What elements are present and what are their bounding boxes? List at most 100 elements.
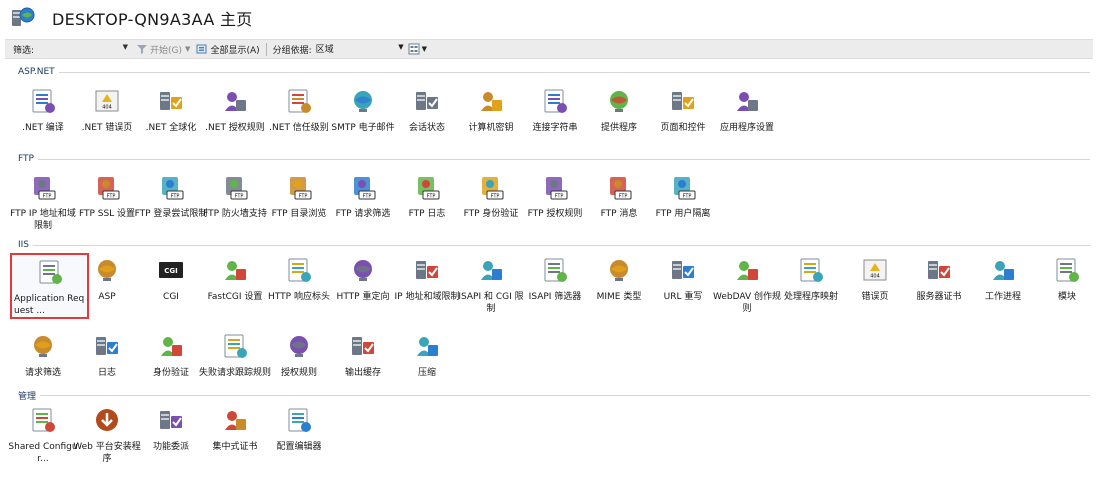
feature-label: 授权规则 — [280, 368, 317, 378]
feature-tile[interactable]: FTP FTP 消息 — [586, 170, 652, 234]
feature-tile[interactable]: 授权规则 — [266, 329, 332, 393]
feature-tile[interactable]: 404 错误页 — [842, 253, 908, 317]
group-header-3[interactable]: 管理 — [18, 389, 1090, 402]
feature-tile[interactable]: 输出缓存 — [330, 329, 396, 393]
feature-label: URL 重写 — [663, 292, 703, 302]
feature-tile[interactable]: CGI CGI — [138, 253, 204, 317]
chevron-down-icon[interactable]: ▼ — [123, 43, 128, 51]
arr-server-icon — [39, 260, 62, 284]
feature-tile[interactable]: FTP FTP SSL 设置 — [74, 170, 140, 234]
feature-label: 身份验证 — [152, 368, 189, 378]
page-title: DESKTOP-QN9A3AA 主页 — [52, 10, 253, 29]
feature-tile[interactable]: WebDAV 创作规则 — [713, 253, 781, 317]
group-by-select[interactable]: 区域 ▼ — [316, 42, 406, 56]
feature-tile[interactable]: MIME 类型 — [586, 253, 652, 317]
feature-tile[interactable]: 压缩 — [394, 329, 460, 393]
net-globalization-icon — [160, 92, 182, 110]
feature-tile[interactable]: 服务器证书 — [906, 253, 972, 317]
start-filter-button[interactable]: 开始(G) — [136, 43, 182, 56]
group-title: ASP.NET — [18, 67, 55, 77]
feature-tile[interactable]: .NET 授权规则 — [202, 84, 268, 148]
chevron-down-icon[interactable]: ▼ — [398, 43, 403, 51]
feature-label: IP 地址和域限制 — [394, 292, 460, 302]
feature-label: 工作进程 — [984, 292, 1021, 302]
feature-label: .NET 授权规则 — [205, 123, 265, 133]
view-mode-icon — [408, 43, 420, 55]
feature-label: 提供程序 — [600, 123, 637, 133]
feature-tile[interactable]: HTTP 响应标头 — [266, 253, 332, 317]
feature-tile[interactable]: 计算机密钥 — [458, 84, 524, 148]
filter-input[interactable]: ▼ — [38, 42, 130, 56]
feature-label: FTP 身份验证 — [463, 209, 519, 219]
feature-label: 失败请求跟踪规则 — [198, 368, 271, 378]
url-rewrite-icon — [672, 261, 694, 279]
feature-tile[interactable]: FTP FTP 日志 — [394, 170, 460, 234]
http-redirect-icon — [354, 260, 372, 281]
group-header-1[interactable]: FTP — [18, 153, 1090, 165]
net-authorization-icon — [225, 92, 246, 111]
show-all-button[interactable]: 全部显示(A) — [196, 43, 260, 56]
feature-tile[interactable]: 失败请求跟踪规则 — [199, 329, 271, 393]
feature-tile[interactable]: 404 .NET 错误页 — [74, 84, 140, 148]
feature-tile[interactable]: FTP FTP IP 地址和域限制 — [10, 170, 76, 234]
group-divider — [58, 71, 1090, 73]
group-header-0[interactable]: ASP.NET — [18, 66, 1090, 78]
feature-tile[interactable]: 提供程序 — [586, 84, 652, 148]
feature-tile[interactable]: FTP FTP 身份验证 — [458, 170, 524, 234]
feature-tile[interactable]: HTTP 重定向 — [330, 253, 396, 317]
feature-tile[interactable]: ASP — [74, 253, 140, 317]
group-header-2[interactable]: IIS — [18, 239, 1090, 251]
feature-tile[interactable]: 处理程序映射 — [778, 253, 844, 317]
providers-icon — [610, 91, 628, 112]
feature-tile[interactable]: FTP FTP 用户隔离 — [650, 170, 716, 234]
feature-tile[interactable]: FTP FTP 防火墙支持 — [202, 170, 268, 234]
feature-label: 服务器证书 — [916, 292, 962, 302]
feature-tile[interactable]: 配置编辑器 — [266, 403, 332, 467]
ftp-logon-attempt-icon: FTP — [162, 177, 184, 200]
smtp-email-icon — [354, 91, 372, 112]
svg-text:FTP: FTP — [43, 194, 52, 200]
modules-icon — [1056, 258, 1079, 282]
feature-tile[interactable]: 工作进程 — [970, 253, 1036, 317]
feature-tile[interactable]: .NET 全球化 — [138, 84, 204, 148]
feature-tile[interactable]: Web 平台安装程序 — [73, 403, 141, 467]
feature-tile[interactable]: 请求筛选 — [10, 329, 76, 393]
feature-tile[interactable]: URL 重写 — [650, 253, 716, 317]
feature-tile[interactable]: 模块 — [1034, 253, 1097, 317]
feature-delegation-icon — [160, 411, 182, 429]
feature-tile[interactable]: 集中式证书 — [202, 403, 268, 467]
feature-tile[interactable]: ISAPI 和 CGI 限制 — [458, 253, 524, 317]
feature-tile[interactable]: FTP FTP 请求筛选 — [330, 170, 396, 234]
feature-tile[interactable]: FTP FTP 授权规则 — [522, 170, 588, 234]
feature-tile[interactable]: 身份验证 — [138, 329, 204, 393]
feature-label: FTP 防火墙支持 — [203, 209, 267, 219]
feature-tile[interactable]: 会话状态 — [394, 84, 460, 148]
chevron-down-icon[interactable]: ▼ — [185, 45, 190, 53]
feature-tile[interactable]: FTP FTP 登录尝试限制 — [135, 170, 207, 234]
title-bar: DESKTOP-QN9A3AA 主页 — [0, 0, 1097, 36]
server-globe-icon — [12, 7, 35, 26]
feature-label: FTP 请求筛选 — [335, 209, 391, 219]
feature-label: 计算机密钥 — [468, 123, 514, 133]
feature-tile[interactable]: 连接字符串 — [522, 84, 588, 148]
feature-tile[interactable]: 页面和控件 — [650, 84, 716, 148]
feature-tile[interactable]: SMTP 电子邮件 — [330, 84, 396, 148]
feature-tile[interactable]: 应用程序设置 — [714, 84, 780, 148]
output-caching-icon — [352, 337, 374, 355]
group-divider — [33, 244, 1090, 246]
feature-label: ASP — [98, 292, 116, 302]
compression-icon — [417, 337, 438, 356]
feature-label: 请求筛选 — [24, 368, 61, 378]
feature-tile[interactable]: 日志 — [74, 329, 140, 393]
show-all-icon — [196, 44, 207, 54]
connection-strings-icon — [544, 89, 567, 113]
feature-tile[interactable]: .NET 信任级别 — [266, 84, 332, 148]
feature-tile[interactable]: ISAPI 筛选器 — [522, 253, 588, 317]
feature-tile[interactable]: FTP FTP 目录浏览 — [266, 170, 332, 234]
feature-tile[interactable]: .NET 编译 — [10, 84, 76, 148]
feature-tile[interactable]: Shared Configur... — [8, 403, 78, 467]
feature-tile[interactable]: FastCGI 设置 — [202, 253, 268, 317]
feature-tile[interactable]: 功能委派 — [138, 403, 204, 467]
view-mode-button[interactable]: ▼ — [408, 43, 427, 55]
feature-tile[interactable]: IP 地址和域限制 — [394, 253, 460, 317]
